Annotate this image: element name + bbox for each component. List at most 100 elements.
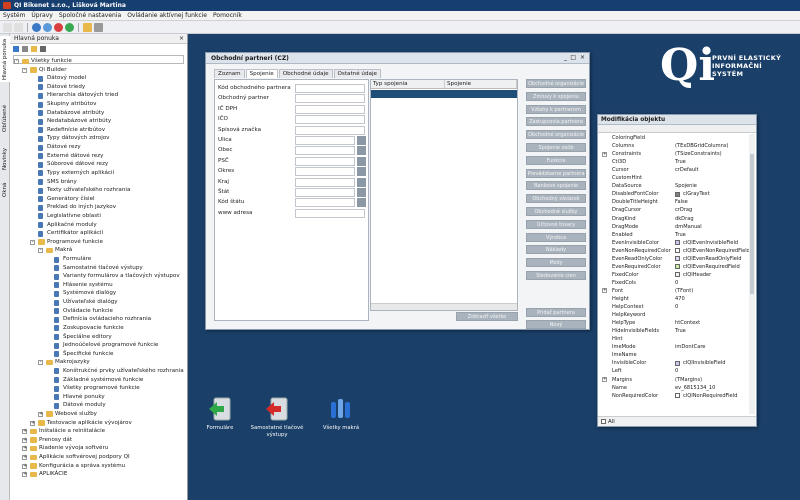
property-row[interactable]: HelpKeyword: [601, 311, 745, 319]
tree-item[interactable]: Systémové dialógy: [10, 289, 188, 298]
property-row[interactable]: FixedCols 0: [601, 279, 745, 287]
tree-item[interactable]: Súborové dátové rezy: [10, 160, 188, 169]
menu-help[interactable]: Pomocník: [213, 12, 242, 19]
list-icon[interactable]: [22, 46, 28, 52]
property-value[interactable]: (TMargins): [675, 376, 702, 384]
tree-item[interactable]: Hlavné ponuky: [10, 393, 188, 402]
property-row[interactable]: EvenNonRequiredColor clQIEvenNonRequiredF…: [601, 247, 750, 255]
property-value[interactable]: clQIEvenRequiredField: [683, 263, 740, 271]
expand-icon[interactable]: +: [30, 420, 35, 426]
add-partner-button[interactable]: Pridať partnera: [526, 308, 586, 317]
show-all-button[interactable]: Zobraziť všetko: [456, 312, 518, 321]
refresh-icon[interactable]: [13, 46, 19, 52]
tree-item[interactable]: Konštrukčné prvky užívateľského rozhrani…: [10, 367, 188, 376]
side-action-button[interactable]: Obchodný záväzok: [526, 194, 586, 204]
tree-item[interactable]: Skupiny atribútov: [10, 100, 188, 109]
property-value[interactable]: clGrayText: [683, 190, 710, 198]
side-action-button[interactable]: Výrobca: [526, 232, 586, 242]
tree-item[interactable]: Redefinície atribútov: [10, 126, 188, 135]
tree-item[interactable]: Dátový model: [10, 74, 188, 83]
property-value[interactable]: clQIEvenInvisibleField: [683, 239, 738, 247]
tree-item[interactable]: Aplikačné moduly: [10, 221, 188, 230]
tree-item[interactable]: + Webové služby: [10, 410, 188, 419]
refresh-icon[interactable]: [43, 22, 52, 32]
property-value[interactable]: True: [675, 158, 686, 166]
property-value[interactable]: imDontCare: [675, 343, 705, 351]
property-row[interactable]: ImeMode imDontCare: [601, 343, 745, 351]
side-action-button[interactable]: Obchodné služby: [526, 207, 586, 216]
expand-icon[interactable]: +: [22, 463, 27, 469]
form-field-input[interactable]: [295, 188, 355, 197]
property-row[interactable]: DragMode dmManual: [601, 223, 745, 231]
side-action-button[interactable]: Spojenie osôb: [526, 143, 586, 152]
property-row[interactable]: HelpType htContext: [601, 319, 745, 327]
tree-item[interactable]: Dátové moduly: [10, 401, 188, 410]
menu-system[interactable]: Systém: [3, 12, 25, 19]
side-action-button[interactable]: Mzdy: [526, 258, 586, 268]
property-value[interactable]: (TFont): [675, 287, 693, 295]
property-row[interactable]: + Font (TFont): [601, 287, 745, 295]
property-row[interactable]: DoubleTitleHeight False: [601, 198, 745, 206]
menu-active-function[interactable]: Ovládanie aktívnej funkcie: [127, 12, 207, 19]
collapse-icon[interactable]: -: [22, 67, 27, 73]
property-value[interactable]: clQIInvisibleField: [683, 359, 726, 367]
tree-item[interactable]: Hierarchia dátových tried: [10, 91, 188, 100]
stop-icon[interactable]: [54, 22, 63, 32]
tree-item[interactable]: Typy dátových zdrojov: [10, 134, 188, 143]
property-value[interactable]: ev_6815134_10: [675, 384, 715, 392]
tree-item[interactable]: Legislatívne oblasti: [10, 212, 188, 221]
form-field-input[interactable]: [295, 94, 365, 104]
form-field-input[interactable]: [295, 167, 355, 177]
property-value[interactable]: (TSizeConstraints): [675, 150, 722, 158]
form-field-input[interactable]: [295, 115, 365, 125]
tree-item[interactable]: + Testovacie aplikácie vývojárov: [10, 419, 188, 428]
side-action-button[interactable]: Sledovanie cien: [526, 271, 586, 280]
tree-item[interactable]: Varianty formulárov a tlačových výstupov: [10, 272, 188, 281]
lookup-button[interactable]: [357, 198, 366, 208]
collapse-icon[interactable]: -: [38, 360, 43, 366]
expand-icon[interactable]: +: [22, 429, 27, 435]
nav-close-icon[interactable]: ×: [179, 34, 184, 44]
tree-item[interactable]: - Makrojazyky: [10, 358, 188, 367]
tab-business-data[interactable]: Obchodné údaje: [278, 69, 333, 78]
expand-icon[interactable]: +: [22, 455, 27, 461]
collapse-icon[interactable]: -: [38, 248, 43, 254]
side-action-button[interactable]: Obchodné organizácie: [526, 79, 586, 88]
tree-item[interactable]: Definícia ovládacieho rozhrania: [10, 315, 188, 324]
tree-item[interactable]: + APLIKÁCIE: [10, 470, 188, 479]
lookup-button[interactable]: [357, 136, 366, 145]
expand-icon[interactable]: +: [22, 472, 27, 478]
folder-icon[interactable]: [83, 22, 92, 32]
tree-item[interactable]: - Qi Builder: [10, 66, 188, 75]
property-row[interactable]: Cursor crDefault: [601, 166, 745, 174]
tree-item[interactable]: + Riadenie vývoja softvéru: [10, 444, 188, 453]
property-row[interactable]: ColoringField: [601, 134, 745, 142]
lookup-button[interactable]: [357, 156, 366, 166]
side-action-button[interactable]: Bankové spojenie: [526, 181, 586, 191]
property-row[interactable]: DragCursor crDrag: [601, 206, 745, 214]
vtab-main-menu[interactable]: Hlavná ponuka: [0, 36, 10, 82]
tree-item[interactable]: SMS brány: [10, 178, 188, 187]
minimize-button[interactable]: _: [564, 54, 567, 61]
props-scroll-thumb[interactable]: [750, 154, 754, 294]
tab-list[interactable]: Zoznam: [214, 69, 245, 78]
collapse-icon[interactable]: -: [30, 239, 35, 245]
property-value[interactable]: htContext: [675, 319, 700, 327]
tree-item[interactable]: Všetky programové funkcie: [10, 384, 188, 393]
property-value[interactable]: Spojenie: [675, 182, 697, 190]
property-row[interactable]: InvisibleColor clQIInvisibleField: [601, 359, 745, 367]
property-row[interactable]: NonRequiredColor clQINonRequiredField: [601, 392, 745, 400]
property-value[interactable]: crDrag: [675, 206, 692, 214]
property-value[interactable]: 0: [675, 279, 678, 287]
property-value[interactable]: 0: [675, 303, 678, 311]
tree-item[interactable]: Dátové triedy: [10, 83, 188, 92]
form-field-input[interactable]: [295, 198, 355, 208]
new-button[interactable]: Nový: [526, 320, 586, 329]
side-action-button[interactable]: Zmluvy k spojeniu: [526, 91, 586, 101]
vtab-news[interactable]: Novinky: [0, 144, 10, 174]
property-row[interactable]: Hint: [601, 335, 745, 343]
property-value[interactable]: 0: [675, 367, 678, 375]
go-icon[interactable]: [65, 22, 74, 32]
form-field-input[interactable]: [295, 156, 355, 166]
grid-horizontal-scrollbar[interactable]: [371, 303, 517, 310]
